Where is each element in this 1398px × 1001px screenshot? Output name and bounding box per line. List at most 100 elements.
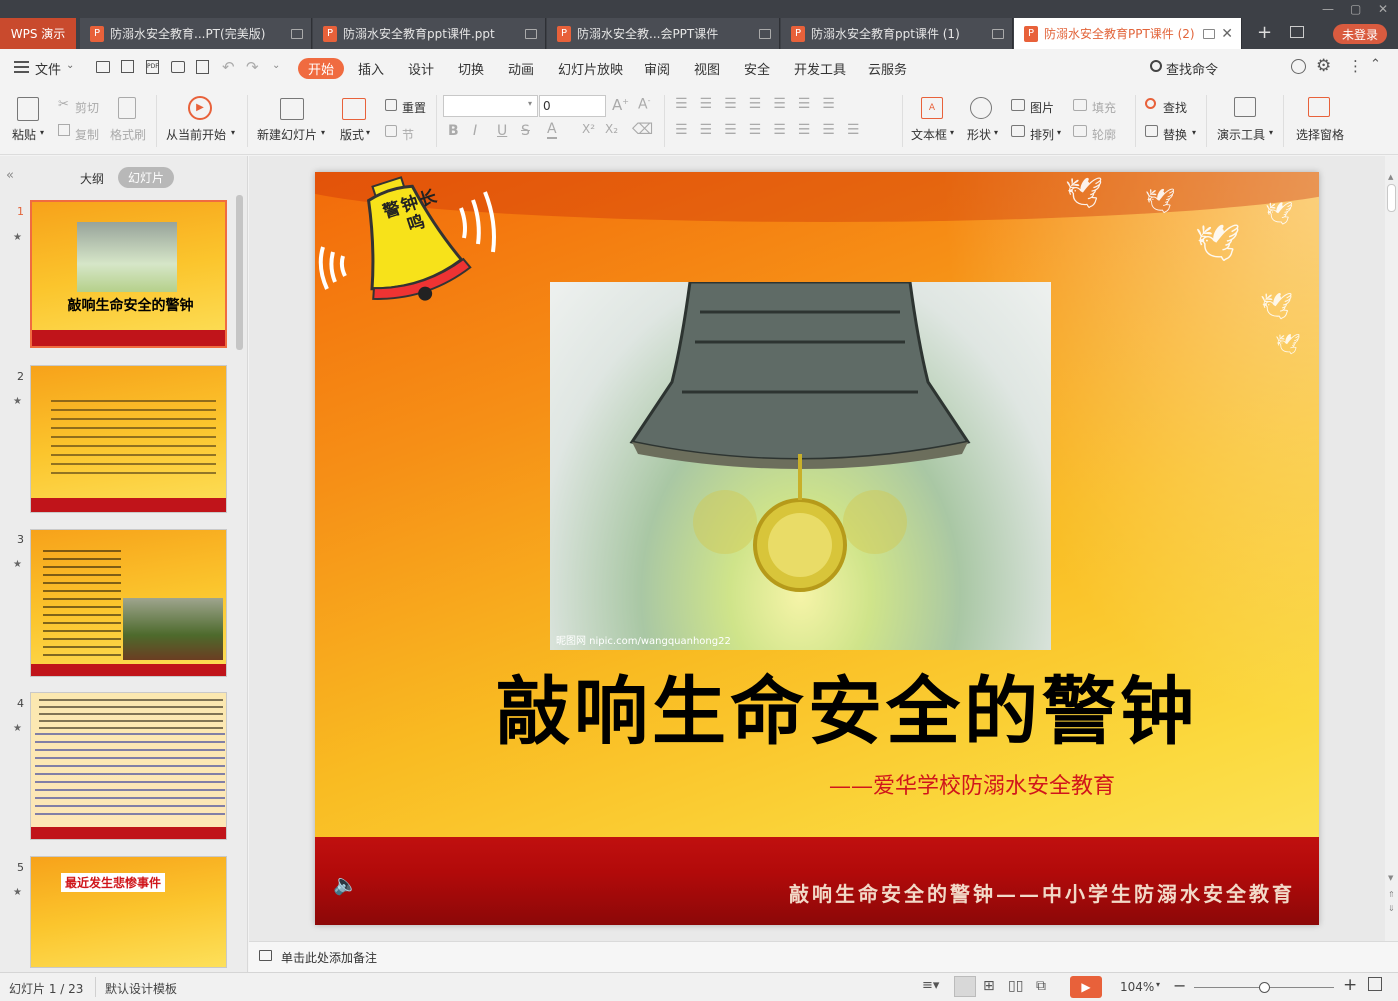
paste-icon[interactable] xyxy=(17,97,39,121)
picture-button[interactable]: 图片 xyxy=(1030,99,1054,116)
close-tab-icon[interactable]: ✕ xyxy=(1221,26,1233,42)
slide-thumbnail-2[interactable] xyxy=(30,365,227,513)
section-button[interactable]: 节 xyxy=(402,126,414,143)
open-folder-icon[interactable] xyxy=(96,61,110,73)
arrange-button[interactable]: 排列 xyxy=(1030,126,1054,143)
selection-pane-button[interactable]: 选择窗格 xyxy=(1296,126,1344,143)
tab-outline[interactable]: 大纲 xyxy=(80,170,104,187)
menu-transition[interactable]: 切换 xyxy=(458,59,484,78)
feedback-icon[interactable] xyxy=(1291,59,1306,74)
undo-icon[interactable]: ↶ xyxy=(222,58,235,76)
menu-cloud[interactable]: 云服务 xyxy=(868,59,907,78)
cut-button[interactable]: 剪切 xyxy=(75,99,99,116)
fit-window-icon[interactable] xyxy=(1368,977,1382,991)
slide-1[interactable]: 🕊 🕊 🕊 🕊 🕊 🕊 警钟长鸣 昵图网 nipic.com/wangquanh… xyxy=(315,172,1319,925)
slide-title[interactable]: 敲响生命安全的警钟 xyxy=(315,652,1319,759)
export-pdf-icon[interactable]: PDF xyxy=(146,60,159,74)
find-button[interactable]: 查找 xyxy=(1163,99,1187,116)
notes-toggle-icon[interactable]: ≡▾ xyxy=(922,978,939,993)
design-template[interactable]: 默认设计模板 xyxy=(105,980,177,997)
format-painter-button[interactable]: 格式刷 xyxy=(110,126,146,143)
strikethrough-button[interactable]: S xyxy=(521,123,530,139)
speaker-icon[interactable]: 🔈 xyxy=(333,872,358,896)
replace-button[interactable]: 替换 xyxy=(1163,126,1187,143)
slide-subtitle[interactable]: ——爱华学校防溺水安全教育 xyxy=(785,768,1115,800)
search-commands[interactable]: 查找命令 xyxy=(1166,59,1218,78)
zoom-level[interactable]: 104% xyxy=(1120,980,1154,994)
next-slide-icon[interactable]: ⇓ xyxy=(1388,904,1395,913)
print-icon[interactable] xyxy=(171,61,185,73)
slide-thumbnail-3[interactable] xyxy=(30,529,227,677)
clear-format-icon[interactable]: ⌫ xyxy=(632,120,653,138)
minimize-icon[interactable]: — xyxy=(1322,2,1334,16)
tab-doc-2[interactable]: P 防溺水安全教育ppt课件.ppt xyxy=(313,18,546,49)
slide-thumbnail-4[interactable] xyxy=(30,692,227,840)
notes-pane[interactable]: 单击此处添加备注 xyxy=(249,941,1398,972)
tab-doc-3[interactable]: P 防溺水安全教...会PPT课件 xyxy=(547,18,780,49)
menu-slideshow[interactable]: 幻灯片放映 xyxy=(558,59,623,78)
shrink-font-icon[interactable]: A- xyxy=(638,96,650,113)
superscript-icon[interactable]: X² xyxy=(582,122,595,136)
hamburger-icon[interactable] xyxy=(14,61,29,73)
notes-placeholder[interactable]: 单击此处添加备注 xyxy=(281,949,377,966)
window-layout-icon[interactable] xyxy=(1290,26,1304,38)
zoom-slider-handle[interactable] xyxy=(1259,982,1270,993)
new-slide-button[interactable]: 新建幻灯片 xyxy=(257,126,317,143)
grow-font-icon[interactable]: A+ xyxy=(612,96,629,114)
login-button[interactable]: 未登录 xyxy=(1333,24,1387,44)
menu-security[interactable]: 安全 xyxy=(744,59,770,78)
menu-view[interactable]: 视图 xyxy=(694,59,720,78)
present-mode-icon[interactable]: ⧉ xyxy=(1036,978,1046,994)
new-tab-icon[interactable]: + xyxy=(1257,22,1272,43)
print-preview-icon[interactable] xyxy=(196,60,209,74)
canvas-scrollbar[interactable]: ▲ ▼ ⇑ ⇓ xyxy=(1385,156,1398,941)
slide-sorter-icon[interactable]: ⊞ xyxy=(983,978,995,994)
menu-developer[interactable]: 开发工具 xyxy=(794,59,846,78)
font-size-input[interactable]: 0 xyxy=(539,95,606,117)
menu-animation[interactable]: 动画 xyxy=(508,59,534,78)
more-icon[interactable]: ⋮ xyxy=(1348,57,1363,75)
panel-scrollbar[interactable] xyxy=(236,195,243,350)
outline-button[interactable]: 轮廓 xyxy=(1092,126,1116,143)
play-slideshow-button[interactable]: ▶ xyxy=(1070,976,1102,998)
maximize-icon[interactable]: ▢ xyxy=(1350,2,1361,16)
copy-button[interactable]: 复制 xyxy=(75,126,99,143)
app-menu-button[interactable]: WPS 演示 xyxy=(0,18,76,49)
zoom-out-icon[interactable]: − xyxy=(1173,976,1186,995)
zoom-in-icon[interactable]: + xyxy=(1343,975,1357,995)
prev-slide-icon[interactable]: ⇑ xyxy=(1388,890,1395,899)
menu-review[interactable]: 审阅 xyxy=(644,59,670,78)
reading-view-icon[interactable]: ▯▯ xyxy=(1008,978,1023,994)
scroll-up-icon[interactable]: ▲ xyxy=(1388,173,1393,181)
redo-icon[interactable]: ↷ xyxy=(246,58,259,76)
from-current-button[interactable]: 从当前开始 xyxy=(166,126,226,143)
slide-thumbnail-5[interactable]: 最近发生悲惨事件 xyxy=(30,856,227,968)
collapse-ribbon-icon[interactable]: ⌃ xyxy=(1370,57,1381,72)
tab-doc-5[interactable]: P 防溺水安全教育PPT课件 (2) ✕ xyxy=(1014,18,1242,49)
textbox-button[interactable]: 文本框 xyxy=(911,126,947,143)
collapse-panel-icon[interactable]: « xyxy=(6,168,14,183)
save-icon[interactable] xyxy=(121,60,134,73)
menu-insert[interactable]: 插入 xyxy=(358,59,384,78)
bold-button[interactable]: B xyxy=(448,123,459,139)
gear-icon[interactable]: ⚙ xyxy=(1316,56,1331,76)
normal-view-icon[interactable] xyxy=(954,976,976,997)
paste-button[interactable]: 粘贴 xyxy=(12,126,36,143)
fill-button[interactable]: 填充 xyxy=(1092,99,1116,116)
underline-button[interactable]: U xyxy=(497,123,507,139)
font-color-button[interactable]: A xyxy=(547,122,557,139)
font-name-select[interactable] xyxy=(443,95,538,117)
paragraph-row2-icons[interactable]: ☰☰☰☰☰☰☰☰ xyxy=(675,122,871,138)
tab-doc-4[interactable]: P 防溺水安全教育ppt课件 (1) xyxy=(781,18,1013,49)
shapes-button[interactable]: 形状 xyxy=(967,126,991,143)
reset-button[interactable]: 重置 xyxy=(402,99,426,116)
present-tools-button[interactable]: 演示工具 xyxy=(1217,126,1265,143)
slide-thumbnail-1[interactable]: 敲响生命安全的警钟 xyxy=(30,200,227,348)
subscript-icon[interactable]: X₂ xyxy=(605,122,618,136)
paragraph-row1-icons[interactable]: ☰☰☰☰☰☰☰ xyxy=(675,96,847,112)
close-window-icon[interactable]: ✕ xyxy=(1378,2,1388,16)
more-quick-icon[interactable]: ⌄ xyxy=(272,60,280,71)
menu-design[interactable]: 设计 xyxy=(408,59,434,78)
scroll-thumb[interactable] xyxy=(1387,184,1396,212)
italic-button[interactable]: I xyxy=(473,123,477,139)
